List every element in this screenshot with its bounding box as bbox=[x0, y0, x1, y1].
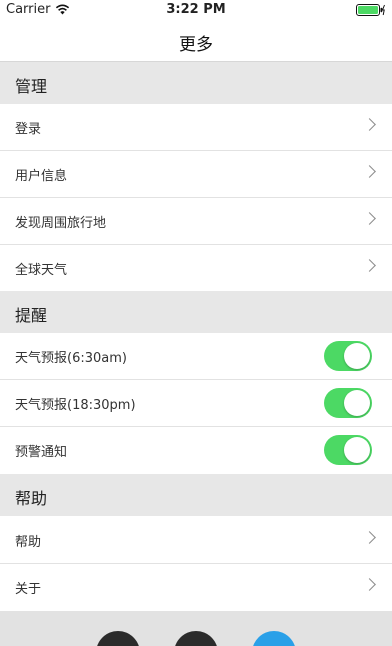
section-header-help: 帮助 bbox=[0, 474, 392, 516]
toggle-knob bbox=[344, 437, 370, 463]
status-time: 3:22 PM bbox=[166, 2, 226, 17]
blue-circle-icon[interactable] bbox=[252, 631, 296, 646]
cell-warning-notice: 预警通知 bbox=[0, 427, 392, 473]
battery-icon bbox=[356, 4, 385, 16]
cell-label-forecast-morning: 天气预报(6:30am) bbox=[15, 351, 127, 366]
cell-label-login: 登录 bbox=[15, 122, 42, 137]
section-header-manage: 管理 bbox=[0, 62, 392, 104]
toggle-forecast-evening[interactable] bbox=[324, 388, 372, 418]
chevron-right-icon bbox=[363, 259, 376, 272]
toggle-knob bbox=[344, 343, 370, 369]
toggle-warning-notice[interactable] bbox=[324, 435, 372, 465]
cell-about[interactable]: 关于 bbox=[0, 564, 392, 610]
cell-user-info[interactable]: 用户信息 bbox=[0, 151, 392, 198]
cell-label-warning-notice: 预警通知 bbox=[15, 445, 68, 460]
cell-label-nearby-travel: 发现周围旅行地 bbox=[15, 216, 107, 231]
status-bar: Carrier 3:22 PM bbox=[0, 0, 392, 20]
cell-forecast-morning: 天气预报(6:30am) bbox=[0, 333, 392, 380]
toggle-knob bbox=[344, 390, 370, 416]
dark-circle-icon[interactable] bbox=[174, 631, 218, 646]
chevron-right-icon bbox=[363, 578, 376, 591]
cell-label-user-info: 用户信息 bbox=[15, 169, 68, 184]
page-title: 更多 bbox=[179, 35, 213, 55]
cell-help[interactable]: 帮助 bbox=[0, 517, 392, 564]
section-title-remind: 提醒 bbox=[15, 306, 48, 325]
cell-login[interactable]: 登录 bbox=[0, 104, 392, 151]
cell-nearby-travel[interactable]: 发现周围旅行地 bbox=[0, 198, 392, 245]
section-title-manage: 管理 bbox=[15, 77, 48, 96]
toggle-forecast-morning[interactable] bbox=[324, 341, 372, 371]
nav-bar: 更多 bbox=[0, 20, 392, 62]
cell-label-about: 关于 bbox=[15, 582, 42, 597]
section-header-remind: 提醒 bbox=[0, 291, 392, 333]
cell-label-help: 帮助 bbox=[15, 535, 42, 550]
status-right bbox=[356, 4, 386, 16]
cell-label-forecast-evening: 天气预报(18:30pm) bbox=[15, 398, 136, 413]
chevron-right-icon bbox=[363, 531, 376, 544]
section-title-help: 帮助 bbox=[15, 489, 48, 508]
bottom-toolbar bbox=[0, 611, 392, 646]
dark-circle-icon[interactable] bbox=[96, 631, 140, 646]
cell-global-weather[interactable]: 全球天气 bbox=[0, 245, 392, 291]
chevron-right-icon bbox=[363, 165, 376, 178]
cell-forecast-evening: 天气预报(18:30pm) bbox=[0, 380, 392, 427]
chevron-right-icon bbox=[363, 212, 376, 225]
chevron-right-icon bbox=[363, 118, 376, 131]
cell-label-global-weather: 全球天气 bbox=[15, 263, 68, 278]
